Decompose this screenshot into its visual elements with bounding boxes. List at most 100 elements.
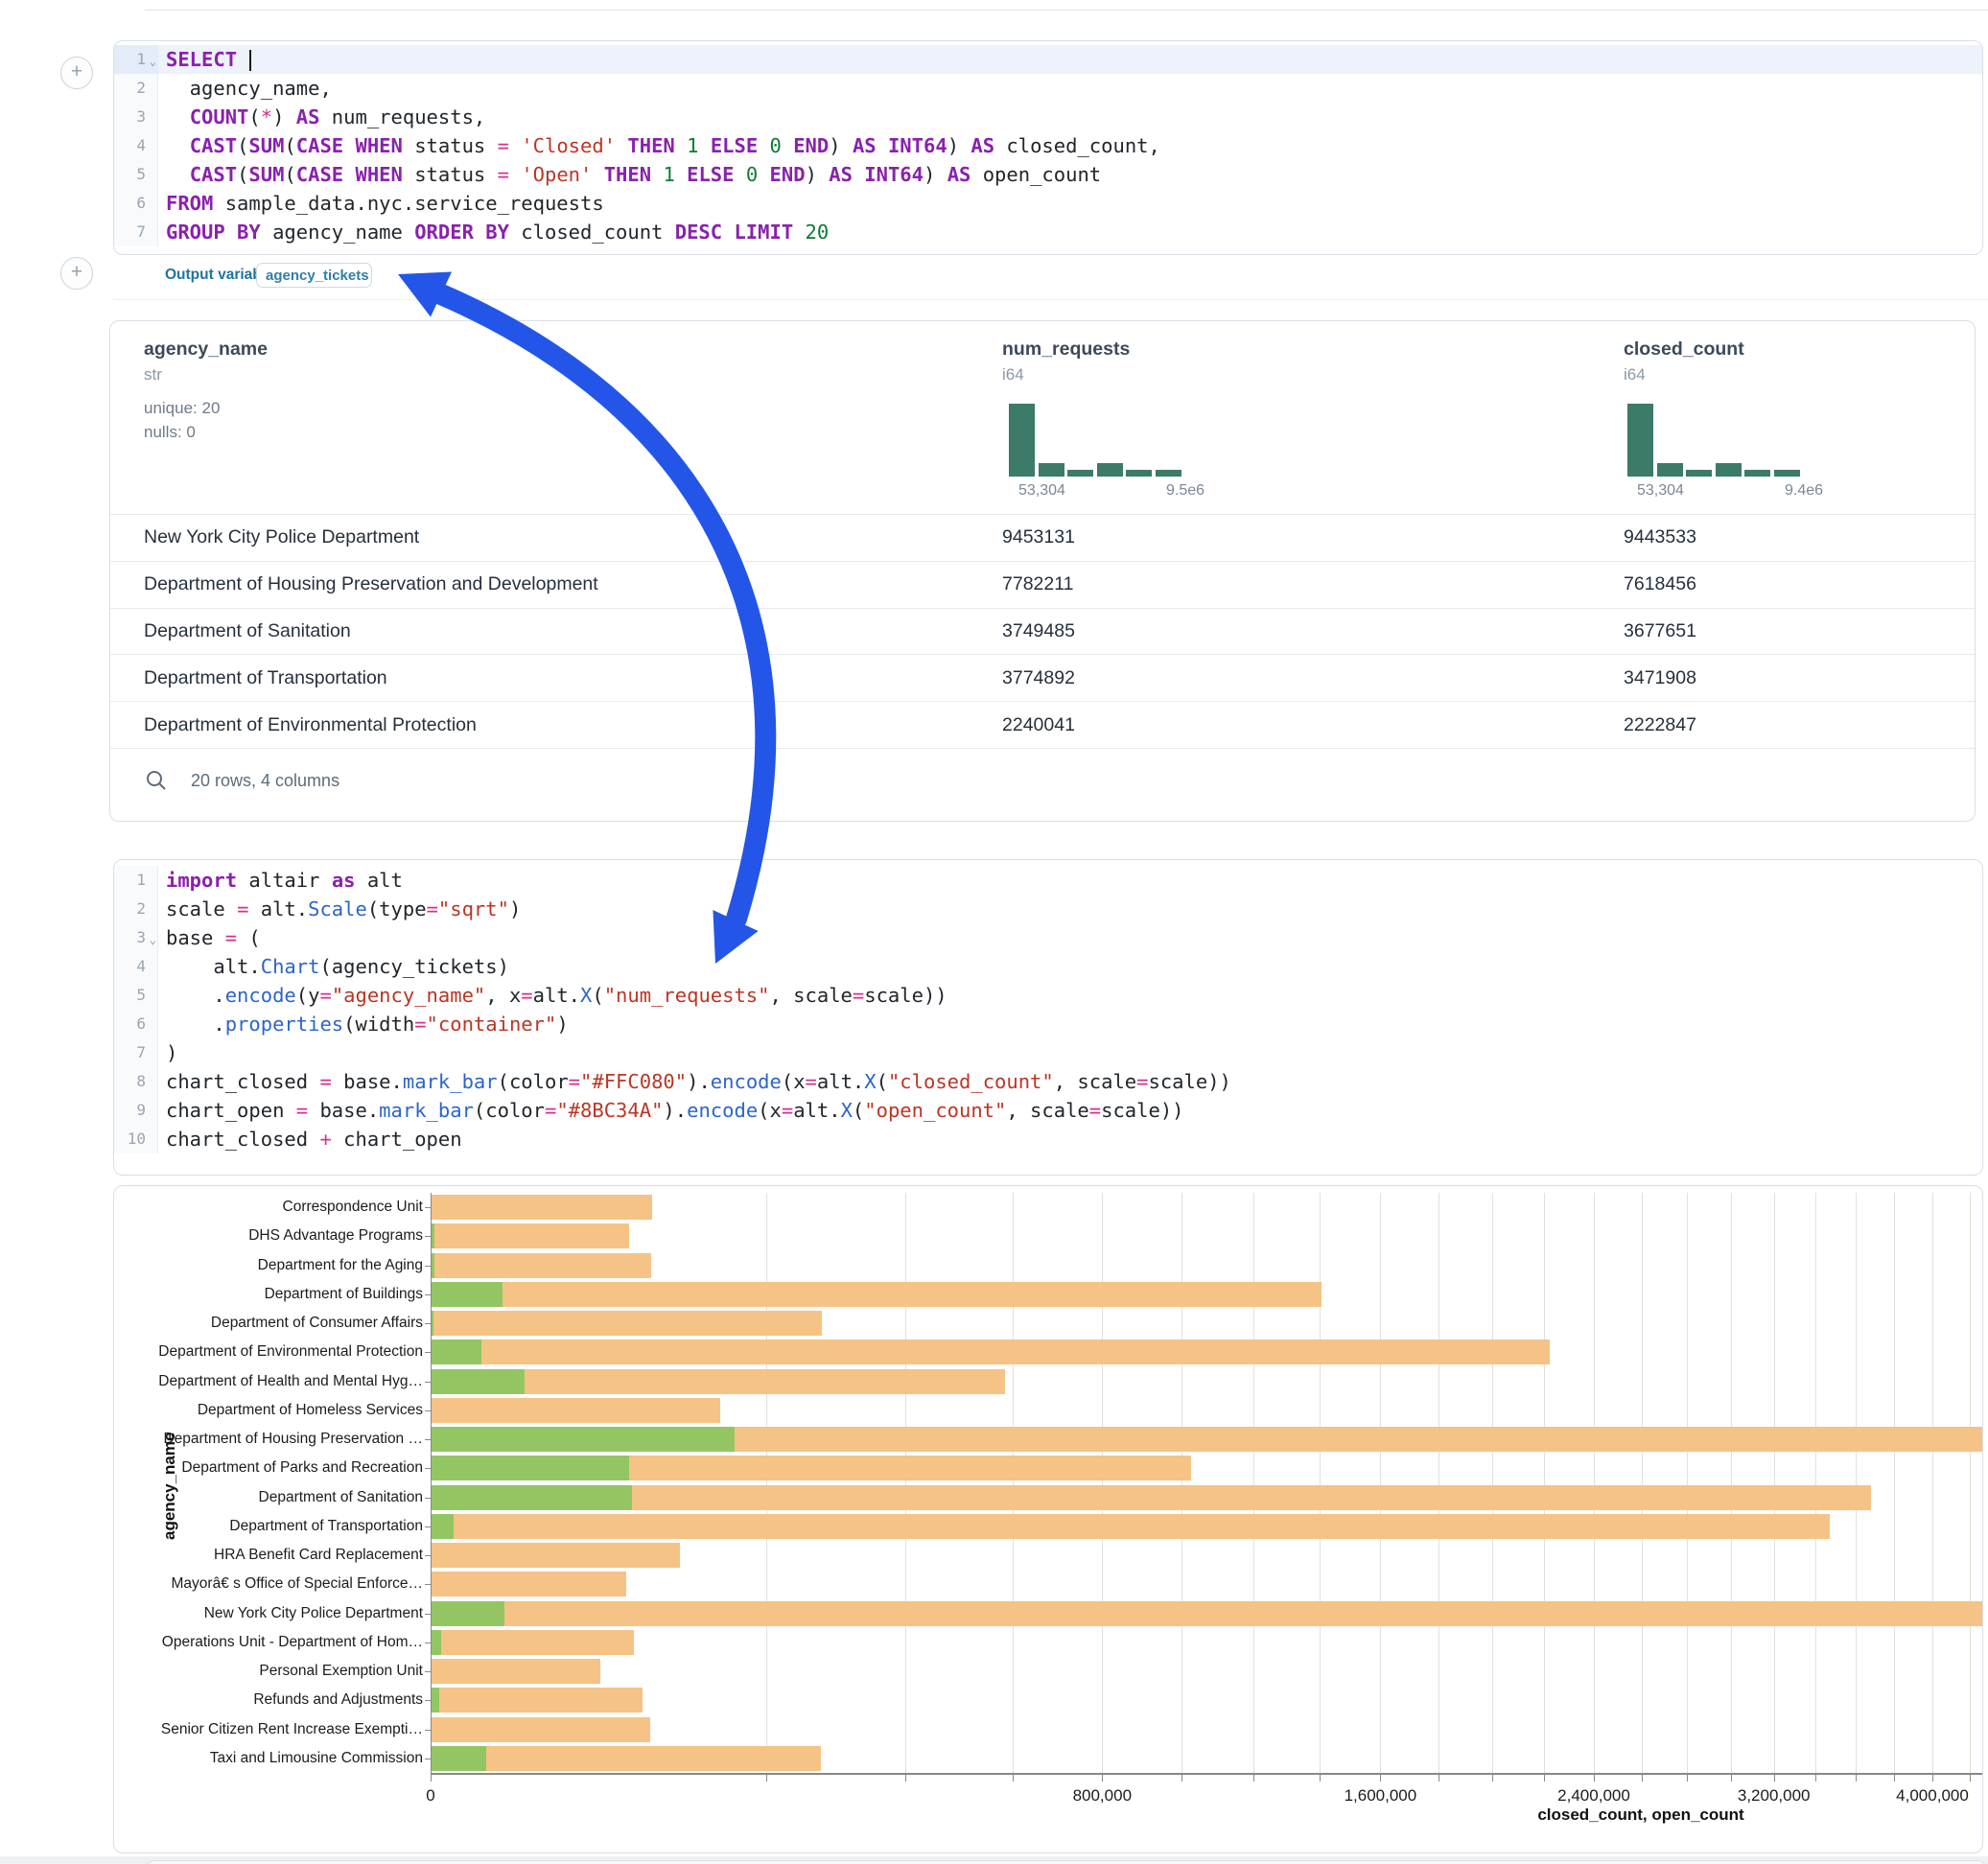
x-axis-tick-label: 800,000 [1073,1786,1132,1806]
line-number: 2 [114,74,158,103]
code-text[interactable]: import altair as alt [158,866,403,895]
row-separator [110,514,1975,515]
column-stat: nulls: 0 [144,423,196,442]
previous-cell-divider [145,10,1988,11]
code-line[interactable]: 5 .encode(y="agency_name", x=alt.X("num_… [114,981,1982,1010]
gridline [1492,1193,1493,1773]
x-axis-tick [1774,1775,1775,1782]
table-cell[interactable]: 3677651 [1624,620,1696,642]
table-cell[interactable]: New York City Police Department [144,526,419,548]
closed-count-bar [431,1659,600,1684]
gridline [1438,1193,1439,1773]
closed-count-bar [431,1485,1871,1510]
table-cell[interactable]: 7782211 [1002,573,1073,595]
code-line[interactable]: 2scale = alt.Scale(type="sqrt") [114,895,1982,923]
y-axis-label: Correspondence Unit [283,1199,423,1216]
code-line[interactable]: 2 agency_name, [114,74,1982,103]
table-cell[interactable]: 9443533 [1624,526,1696,548]
y-axis-label: Mayorâ€ s Office of Special Enforce… [172,1575,423,1593]
gridline [1320,1193,1321,1773]
table-row-count: 20 rows, 4 columns [191,771,339,791]
gridline [1731,1193,1732,1773]
code-line[interactable]: 10chart_closed + chart_open [114,1125,1982,1153]
add-cell-button[interactable]: + [60,257,93,290]
code-line[interactable]: 5 CAST(SUM(CASE WHEN status = 'Open' THE… [114,160,1982,189]
y-axis-title: agency_name [160,1433,179,1540]
column-type: str [144,365,162,384]
code-line[interactable]: 7GROUP BY agency_name ORDER BY closed_co… [114,218,1982,246]
add-cell-button[interactable]: + [60,57,93,89]
code-line[interactable]: 6 .properties(width="container") [114,1010,1982,1038]
gridline [1932,1193,1933,1773]
code-text[interactable]: .encode(y="agency_name", x=alt.X("num_re… [158,981,947,1010]
code-text[interactable]: .properties(width="container") [158,1010,569,1038]
gridline [766,1193,767,1773]
code-text[interactable]: chart_closed = base.mark_bar(color="#FFC… [158,1067,1231,1096]
code-line[interactable]: 8chart_closed = base.mark_bar(color="#FF… [114,1067,1982,1096]
table-cell[interactable]: 3749485 [1002,620,1075,642]
column-name[interactable]: agency_name [144,338,268,361]
search-icon[interactable] [145,769,168,792]
open-count-bar [431,1630,441,1655]
code-text[interactable]: GROUP BY agency_name ORDER BY closed_cou… [158,218,829,246]
table-cell[interactable]: Department of Housing Preservation and D… [144,573,598,595]
table-cell[interactable]: 9453131 [1002,526,1075,548]
sql-code-editor[interactable]: 1⌄SELECT 2 agency_name,3 COUNT(*) AS num… [114,41,1982,246]
code-text[interactable]: CAST(SUM(CASE WHEN status = 'Open' THEN … [158,160,1101,189]
gridline [1774,1193,1775,1773]
column-name[interactable]: num_requests [1002,338,1130,361]
code-text[interactable]: COUNT(*) AS num_requests, [158,103,485,131]
table-cell[interactable]: 2240041 [1002,714,1075,736]
code-text[interactable]: base = ( [158,923,261,952]
code-text[interactable]: scale = alt.Scale(type="sqrt") [158,895,521,923]
open-count-bar [431,1688,439,1713]
code-line[interactable]: 1import altair as alt [114,866,1982,895]
histogram-bar [1067,470,1093,477]
y-axis-label: Department of Buildings [265,1286,423,1303]
code-text[interactable]: chart_open = base.mark_bar(color="#8BC34… [158,1096,1184,1125]
y-axis-label: Department of Consumer Affairs [211,1315,423,1332]
code-text[interactable]: alt.Chart(agency_tickets) [158,952,509,981]
code-line[interactable]: 3⌄base = ( [114,923,1982,952]
open-count-bar [431,1601,504,1626]
line-number: 4 [114,131,158,160]
y-axis-label: Department of Parks and Recreation [181,1459,423,1477]
chevron-down-icon[interactable]: ⌄ [150,47,156,76]
closed-count-bar [431,1514,1830,1539]
code-text[interactable]: SELECT [158,45,251,74]
x-axis-tick [1642,1775,1643,1782]
code-text[interactable]: ) [158,1038,177,1067]
code-text[interactable]: CAST(SUM(CASE WHEN status = 'Closed' THE… [158,131,1160,160]
table-cell[interactable]: 3471908 [1624,667,1696,689]
code-line[interactable]: 7) [114,1038,1982,1067]
table-cell[interactable]: 3774892 [1002,667,1075,689]
code-text[interactable]: chart_closed + chart_open [158,1125,462,1153]
code-line[interactable]: 1⌄SELECT [114,45,1982,74]
chevron-down-icon[interactable]: ⌄ [150,925,156,954]
closed-count-bar [431,1543,680,1568]
gridline [905,1193,906,1773]
x-axis-tick [1320,1775,1321,1782]
code-line[interactable]: 9chart_open = base.mark_bar(color="#8BC3… [114,1096,1982,1125]
table-cell[interactable]: Department of Transportation [144,667,387,689]
notebook-page: + + 1⌄SELECT 2 agency_name,3 COUNT(*) AS… [0,0,1988,1864]
column-name[interactable]: closed_count [1624,338,1744,361]
result-table: agency_namestrunique: 20nulls: 0num_requ… [109,320,1976,822]
table-cell[interactable]: Department of Sanitation [144,620,351,642]
code-line[interactable]: 4 alt.Chart(agency_tickets) [114,952,1982,981]
y-axis-label: Refunds and Adjustments [253,1691,423,1709]
output-variable-chip[interactable]: agency_tickets [256,263,372,288]
table-cell[interactable]: Department of Environmental Protection [144,714,477,736]
column-histogram [1627,404,1800,477]
python-code-editor[interactable]: 1import altair as alt2scale = alt.Scale(… [114,860,1982,1153]
table-cell[interactable]: 2222847 [1624,714,1696,736]
table-cell[interactable]: 7618456 [1624,573,1696,595]
code-line[interactable]: 6FROM sample_data.nyc.service_requests [114,189,1982,218]
code-text[interactable]: agency_name, [158,74,332,103]
code-line[interactable]: 3 COUNT(*) AS num_requests, [114,103,1982,131]
histogram-bar [1126,470,1152,477]
closed-count-bar [431,1253,651,1278]
x-axis-tick [1102,1775,1103,1782]
code-text[interactable]: FROM sample_data.nyc.service_requests [158,189,604,218]
code-line[interactable]: 4 CAST(SUM(CASE WHEN status = 'Closed' T… [114,131,1982,160]
